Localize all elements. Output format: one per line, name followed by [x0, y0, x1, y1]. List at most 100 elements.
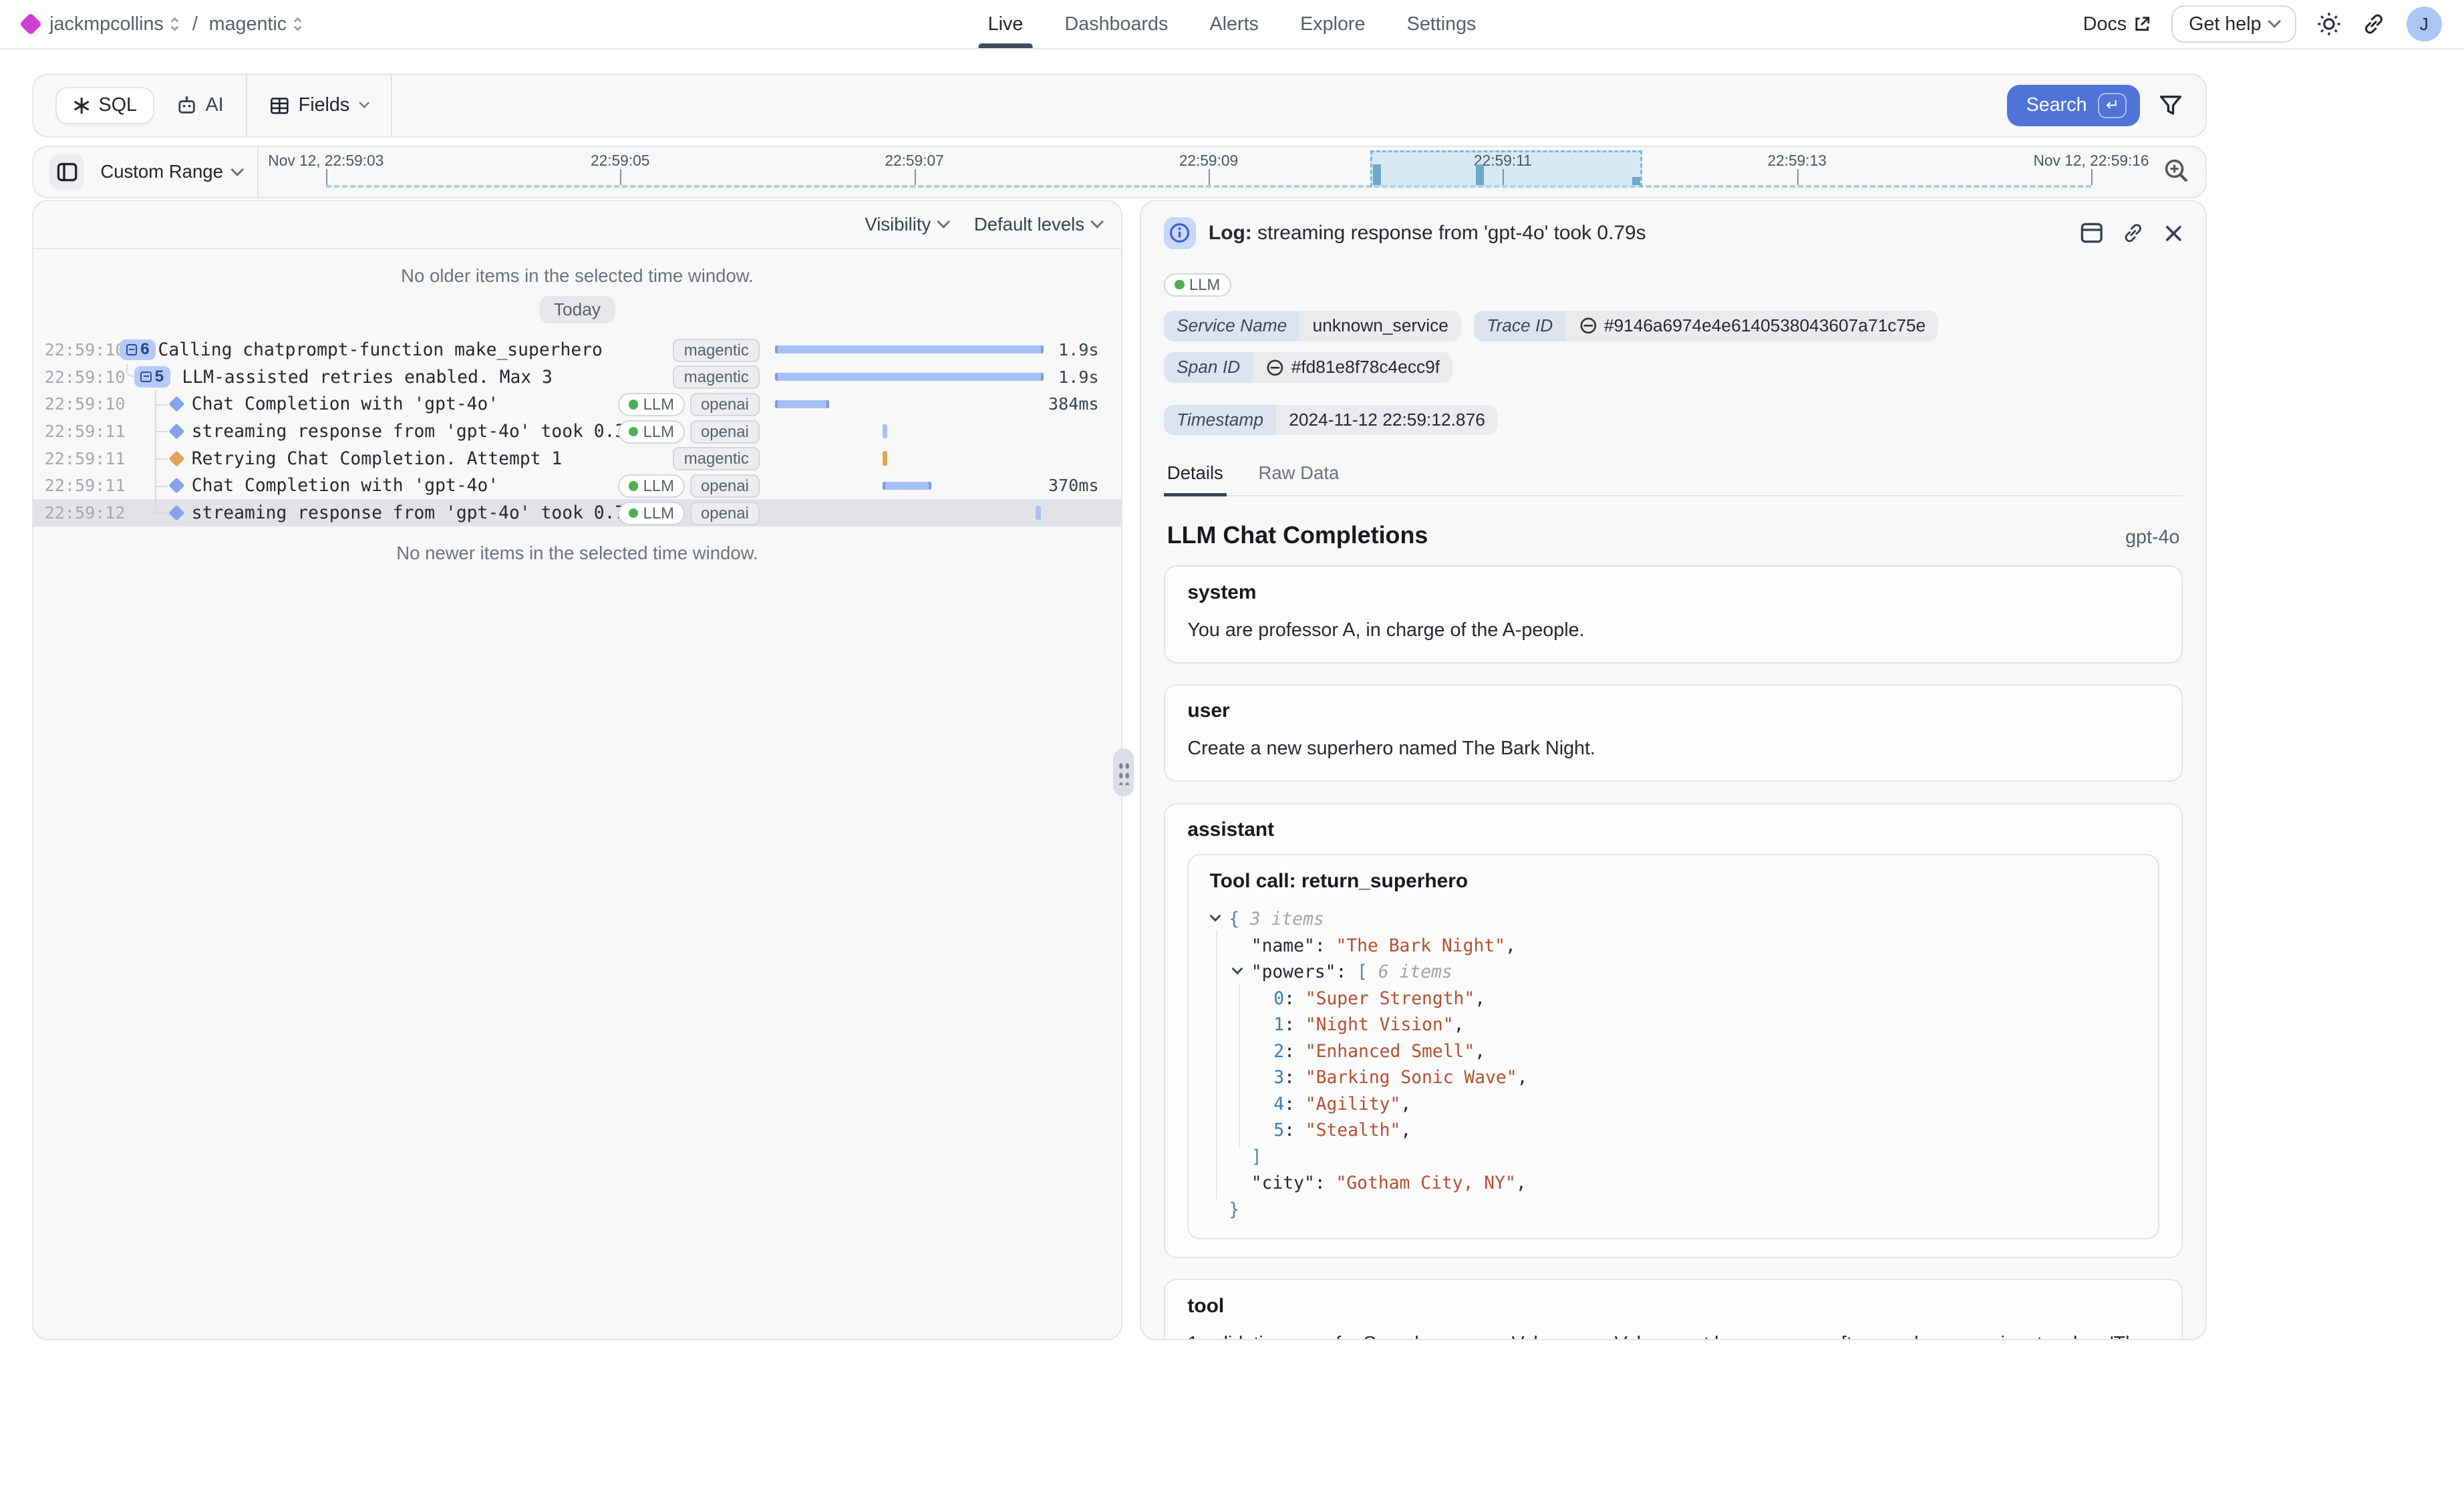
json-line: ]: [1210, 1145, 2137, 1171]
message-text: Create a new superhero named The Bark Ni…: [1187, 735, 2159, 763]
meta-value-text: 2024-11-12 22:59:12.876: [1289, 410, 1485, 430]
search-input[interactable]: [392, 75, 2006, 136]
log-timestamp: 22:59:10: [45, 340, 126, 359]
log-row[interactable]: 22:59:12streaming response from 'gpt-4o'…: [33, 499, 1121, 527]
tab-explore[interactable]: Explore: [1300, 0, 1365, 48]
avatar-initial: J: [2420, 14, 2429, 35]
json-token: 1: [1273, 1012, 1284, 1038]
timeline-tick-label: 22:59:07: [885, 152, 943, 170]
log-row[interactable]: 22:59:10Chat Completion with 'gpt-4o'LLM…: [33, 390, 1121, 418]
dock-view-button[interactable]: [2081, 222, 2103, 245]
ai-mode-button[interactable]: AI: [176, 94, 223, 116]
tree-horizontal-line: [155, 431, 168, 432]
log-row[interactable]: 22:59:106Calling chatprompt-function mak…: [33, 336, 1121, 363]
org-selector[interactable]: jackmpcollins: [49, 13, 181, 35]
collapse-badge[interactable]: 6: [120, 339, 156, 360]
meta-value[interactable]: #9146a6974e4e6140538043607a71c75e: [1565, 311, 1938, 341]
timeline-tick-label: 22:59:09: [1179, 152, 1238, 170]
meta-value[interactable]: #fd81e8f78c4ecc9f: [1253, 352, 1452, 382]
chevron-up-down-icon: [168, 15, 181, 33]
waterfall-bar: [883, 482, 931, 490]
waterfall-tick: [1036, 506, 1040, 520]
avatar[interactable]: J: [2407, 7, 2442, 42]
project-selector[interactable]: magentic: [209, 13, 305, 35]
json-line: "name": "The Bark Night",: [1210, 933, 2137, 959]
duration-label: 1.9s: [1058, 367, 1098, 387]
tree-horizontal-line: [155, 458, 168, 460]
chevron-slot: [1232, 933, 1251, 951]
panel-resize-handle[interactable]: [1113, 748, 1134, 796]
message-card-assistant: assistant Tool call: return_superhero{ 3 …: [1164, 803, 2183, 1258]
log-row[interactable]: 22:59:105LLM-assisted retries enabled. M…: [33, 363, 1121, 391]
docs-link[interactable]: Docs: [2083, 13, 2151, 35]
waterfall-track: [775, 472, 1044, 499]
log-row[interactable]: 22:59:11streaming response from 'gpt-4o'…: [33, 418, 1121, 445]
sql-mode-button[interactable]: SQL: [55, 87, 154, 124]
link-icon: [2362, 12, 2386, 36]
breadcrumb: jackmpcollins / magentic: [23, 13, 305, 35]
tree-horizontal-line: [155, 404, 168, 406]
magentic-tag: magentic: [673, 339, 760, 362]
log-list-header: Visibility Default levels: [33, 201, 1121, 249]
search-button[interactable]: Search ↵: [2007, 85, 2140, 126]
sun-icon: [2317, 12, 2341, 36]
zoom-in-button[interactable]: [2164, 158, 2189, 184]
tab-dashboards[interactable]: Dashboards: [1065, 0, 1169, 48]
llm-tag: LLM: [618, 393, 685, 416]
log-row[interactable]: 22:59:11Retrying Chat Completion. Attemp…: [33, 445, 1121, 472]
filter-button[interactable]: [2159, 94, 2183, 118]
indent-guide: [1210, 1171, 1233, 1197]
timeline-tick-label: Nov 12, 22:59:16: [2034, 152, 2149, 170]
log-message: Chat Completion with 'gpt-4o': [192, 394, 498, 414]
json-token: :: [1315, 1171, 1336, 1197]
fields-dropdown[interactable]: Fields: [246, 73, 392, 138]
copy-link-button[interactable]: [2122, 222, 2145, 245]
chevron-slot: [1255, 1039, 1274, 1056]
json-line: 1: "Night Vision",: [1210, 1012, 2137, 1038]
log-message: Calling chatprompt-function make_superhe…: [158, 340, 603, 360]
message-role: assistant: [1187, 818, 2159, 841]
indent-guide: [1232, 986, 1255, 1012]
json-token: {: [1229, 907, 1239, 933]
model-label: gpt-4o: [2125, 527, 2179, 549]
collapse-chevron-icon[interactable]: [1209, 911, 1221, 922]
link-icon: [2122, 222, 2145, 245]
close-panel-button[interactable]: [2164, 222, 2183, 245]
theme-toggle-button[interactable]: [2317, 12, 2341, 36]
llm-tag-label: LLM: [1189, 275, 1221, 295]
waterfall-bar: [775, 373, 1044, 381]
log-tags: LLMopenai: [618, 474, 760, 498]
indent-guide: [1210, 1092, 1233, 1118]
collapse-badge[interactable]: 5: [134, 366, 170, 387]
json-line: 5: "Stealth",: [1210, 1118, 2137, 1144]
levels-dropdown[interactable]: Default levels: [974, 214, 1102, 235]
chevron-slot: [1210, 1197, 1229, 1215]
json-token: ,: [1475, 1039, 1485, 1065]
tool-call-box: Tool call: return_superhero{ 3 items"nam…: [1187, 854, 2159, 1239]
indent-guide: [1210, 1118, 1233, 1144]
child-count: 5: [155, 367, 164, 386]
json-token: ,: [1517, 1065, 1528, 1091]
json-line: { 3 items: [1210, 907, 2137, 933]
link-icon: [1265, 358, 1285, 378]
collapse-chevron-icon[interactable]: [1232, 963, 1243, 975]
meta-span-id: Span ID#fd81e8f78c4ecc9f: [1164, 352, 1452, 382]
share-link-button[interactable]: [2362, 12, 2386, 36]
json-token: "Enhanced Smell": [1305, 1039, 1475, 1065]
green-dot-icon: [629, 481, 638, 490]
waterfall-tick: [883, 424, 887, 439]
log-message: Chat Completion with 'gpt-4o': [192, 476, 498, 496]
get-help-button[interactable]: Get help: [2171, 5, 2296, 43]
chevron-down-icon: [359, 98, 369, 108]
log-row[interactable]: 22:59:11Chat Completion with 'gpt-4o'LLM…: [33, 472, 1121, 499]
log-message: LLM-assisted retries enabled. Max 3: [182, 367, 552, 388]
visibility-dropdown[interactable]: Visibility: [865, 214, 948, 235]
tab-details[interactable]: Details: [1164, 456, 1227, 495]
asterisk-icon: [73, 97, 90, 114]
tab-settings[interactable]: Settings: [1407, 0, 1477, 48]
tab-raw-data[interactable]: Raw Data: [1255, 456, 1342, 495]
json-token: :: [1284, 1092, 1305, 1118]
tab-live[interactable]: Live: [988, 0, 1024, 48]
tab-alerts[interactable]: Alerts: [1210, 0, 1259, 48]
json-token: }: [1229, 1197, 1239, 1223]
